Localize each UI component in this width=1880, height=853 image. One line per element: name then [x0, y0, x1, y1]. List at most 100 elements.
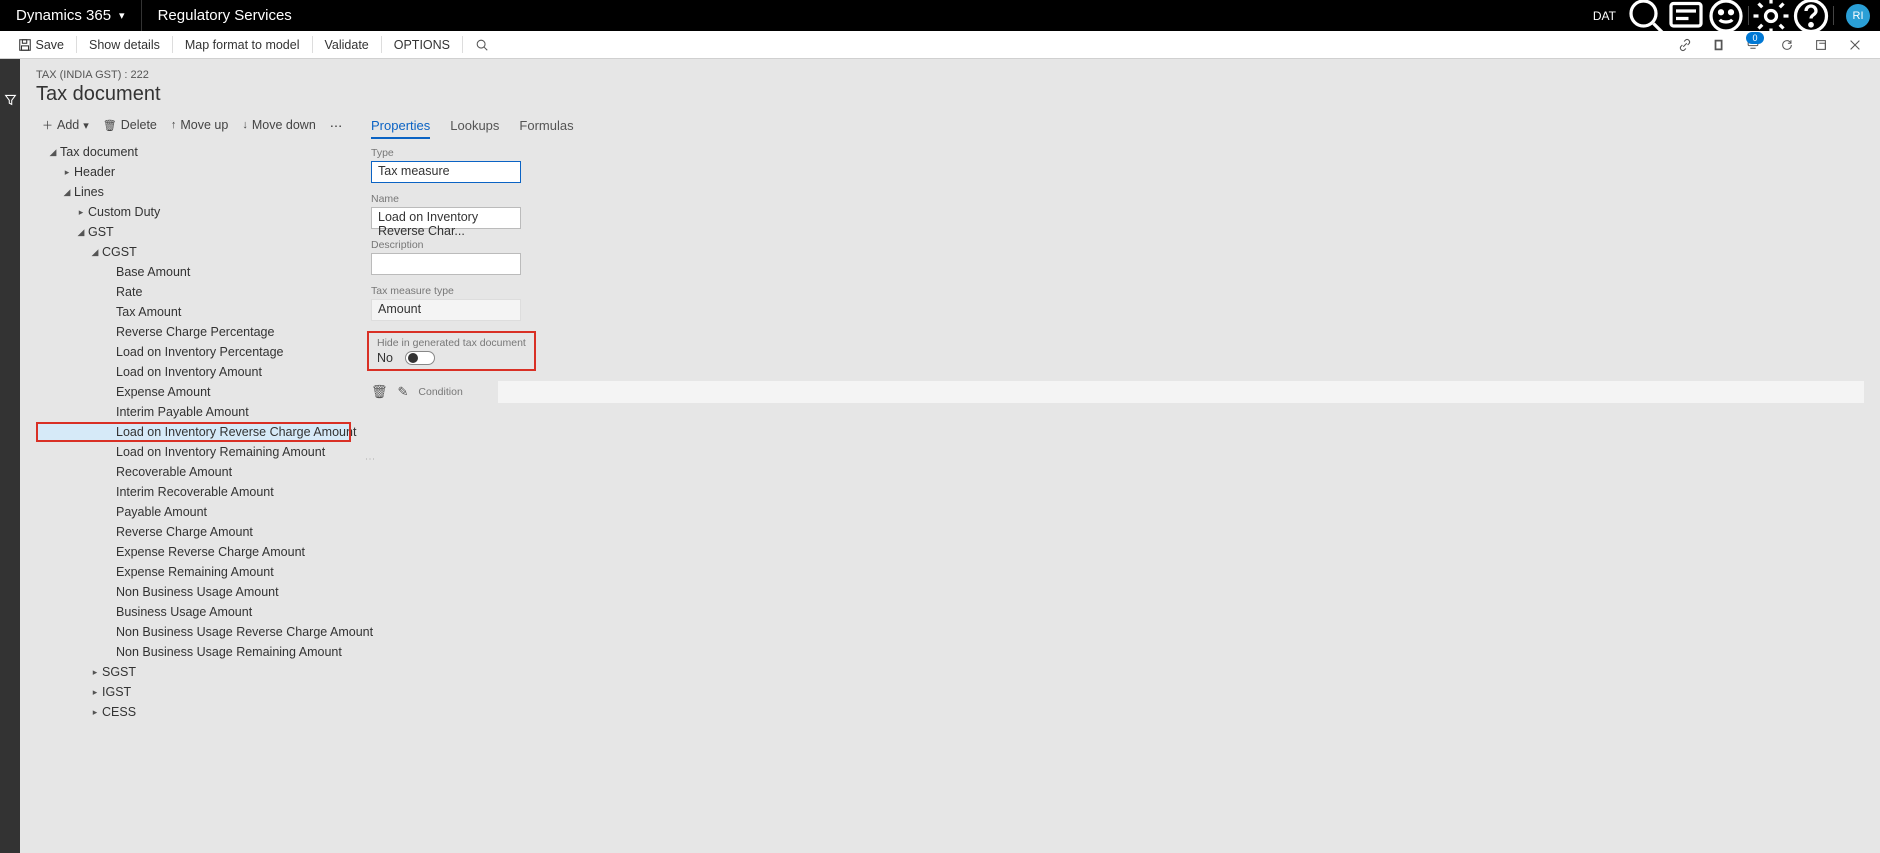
tree-node-lines[interactable]: ◢Lines [36, 182, 351, 202]
tree-node-leaf[interactable]: Non Business Usage Reverse Charge Amount [36, 622, 351, 642]
caret-down-icon: ◢ [88, 247, 102, 258]
show-details-label: Show details [89, 38, 160, 52]
map-format-label: Map format to model [185, 38, 300, 52]
tree-node-igst[interactable]: ▸IGST [36, 682, 351, 702]
tree-node-custom-duty[interactable]: ▸Custom Duty [36, 202, 351, 222]
tree-label: Recoverable Amount [116, 465, 232, 479]
validate-button[interactable]: Validate [315, 31, 379, 58]
caret-down-icon: ◢ [74, 227, 88, 238]
smiley-icon[interactable] [1706, 0, 1746, 31]
tree-view: ◢Tax document ▸Header ◢Lines ▸Custom Dut… [36, 142, 351, 722]
messages-icon[interactable] [1666, 0, 1706, 31]
tree-label: Tax document [60, 145, 138, 159]
close-icon[interactable] [1838, 31, 1872, 58]
tree-node-gst[interactable]: ◢GST [36, 222, 351, 242]
delete-condition-icon[interactable]: 🗑 [371, 384, 388, 400]
tree-node-leaf[interactable]: Expense Amount [36, 382, 351, 402]
tree-label: Load on Inventory Remaining Amount [116, 445, 325, 459]
type-input[interactable]: Tax measure [371, 161, 521, 183]
module-name-block[interactable]: Regulatory Services [142, 0, 308, 31]
splitter-handle[interactable]: ⋮ [364, 454, 375, 464]
top-navigation-bar: Dynamics 365 ▾ Regulatory Services DAT R… [0, 0, 1880, 31]
arrow-down-icon: ↓ [242, 119, 248, 131]
app-switcher[interactable]: Dynamics 365 ▾ [0, 0, 142, 31]
move-down-button[interactable]: ↓ Move down [236, 115, 321, 135]
filter-rail[interactable] [0, 59, 20, 853]
tree-node-leaf[interactable]: Base Amount [36, 262, 351, 282]
more-button[interactable]: ⋯ [324, 115, 349, 136]
measure-type-field: Tax measure type Amount [371, 285, 1864, 321]
caret-right-icon: ▸ [88, 667, 102, 678]
tree-node-root[interactable]: ◢Tax document [36, 142, 351, 162]
tree-label: Tax Amount [116, 305, 181, 319]
tree-node-leaf[interactable]: Rate [36, 282, 351, 302]
tree-node-leaf[interactable]: Load on Inventory Remaining Amount [36, 442, 351, 462]
user-avatar[interactable]: RI [1846, 4, 1870, 28]
delete-button[interactable]: 🗑 Delete [97, 115, 163, 135]
company-code: DAT [1593, 9, 1616, 23]
page-title: Tax document [36, 83, 1864, 106]
save-button[interactable]: Save [8, 31, 74, 58]
tree-node-leaf[interactable]: Reverse Charge Percentage [36, 322, 351, 342]
tree-label: Payable Amount [116, 505, 207, 519]
validate-label: Validate [325, 38, 369, 52]
delete-label: Delete [121, 118, 157, 132]
description-label: Description [371, 239, 1864, 251]
add-button[interactable]: ＋ Add ▾ [36, 114, 95, 136]
condition-label: Condition [418, 386, 488, 398]
help-icon[interactable] [1791, 0, 1831, 31]
caret-right-icon: ▸ [74, 207, 88, 218]
search-icon[interactable] [1626, 0, 1666, 31]
tree-label: Base Amount [116, 265, 190, 279]
tree-node-leaf[interactable]: Reverse Charge Amount [36, 522, 351, 542]
tree-node-leaf[interactable]: Recoverable Amount [36, 462, 351, 482]
measure-type-input[interactable]: Amount [371, 299, 521, 321]
tree-node-leaf[interactable]: Payable Amount [36, 502, 351, 522]
tree-node-leaf[interactable]: Non Business Usage Amount [36, 582, 351, 602]
tree-label: Load on Inventory Reverse Charge Amount [116, 425, 356, 439]
tree-node-leaf[interactable]: Load on Inventory Amount [36, 362, 351, 382]
company-selector[interactable]: DAT [1583, 0, 1626, 31]
description-input[interactable] [371, 253, 521, 275]
options-button[interactable]: OPTIONS [384, 31, 460, 58]
edit-condition-icon[interactable]: ✎ [398, 384, 409, 400]
tree-node-leaf[interactable]: Expense Reverse Charge Amount [36, 542, 351, 562]
move-up-button[interactable]: ↑ Move up [165, 115, 234, 135]
description-field: Description [371, 239, 1864, 275]
tab-formulas[interactable]: Formulas [519, 114, 573, 139]
condition-row: 🗑 ✎ Condition [371, 381, 1864, 403]
tree-node-cess[interactable]: ▸CESS [36, 702, 351, 722]
tree-node-sgst[interactable]: ▸SGST [36, 662, 351, 682]
tab-lookups[interactable]: Lookups [450, 114, 499, 139]
gear-icon[interactable] [1751, 0, 1791, 31]
tree-node-leaf[interactable]: Tax Amount [36, 302, 351, 322]
name-label: Name [371, 193, 1864, 205]
tree-node-cgst[interactable]: ◢CGST [36, 242, 351, 262]
tab-properties[interactable]: Properties [371, 114, 430, 139]
show-details-button[interactable]: Show details [79, 31, 170, 58]
tree-label: Custom Duty [88, 205, 160, 219]
tree-node-leaf[interactable]: Interim Payable Amount [36, 402, 351, 422]
name-field: Name Load on Inventory Reverse Char... [371, 193, 1864, 229]
name-input[interactable]: Load on Inventory Reverse Char... [371, 207, 521, 229]
caret-down-icon: ◢ [60, 187, 74, 198]
tree-node-leaf[interactable]: Business Usage Amount [36, 602, 351, 622]
filter-icon [4, 93, 17, 106]
tree-label: Expense Amount [116, 385, 211, 399]
hide-toggle[interactable] [405, 351, 435, 365]
tree-node-leaf[interactable]: Non Business Usage Remaining Amount [36, 642, 351, 662]
cmdbar-search-icon[interactable] [465, 31, 499, 58]
map-format-button[interactable]: Map format to model [175, 31, 310, 58]
hide-field: Hide in generated tax document No [367, 331, 1864, 371]
measure-type-value: Amount [378, 302, 421, 316]
tree-node-selected[interactable]: Load on Inventory Reverse Charge Amount [36, 422, 351, 442]
add-label: Add [57, 118, 79, 132]
measure-type-label: Tax measure type [371, 285, 1864, 297]
tree-node-leaf[interactable]: Load on Inventory Percentage [36, 342, 351, 362]
condition-input[interactable] [498, 381, 1864, 403]
tree-toolbar: ＋ Add ▾ 🗑 Delete ↑ Move up ↓ Move dow [36, 114, 351, 136]
tree-node-leaf[interactable]: Interim Recoverable Amount [36, 482, 351, 502]
tree-node-header[interactable]: ▸Header [36, 162, 351, 182]
chevron-down-icon: ▾ [83, 119, 89, 132]
tree-node-leaf[interactable]: Expense Remaining Amount [36, 562, 351, 582]
